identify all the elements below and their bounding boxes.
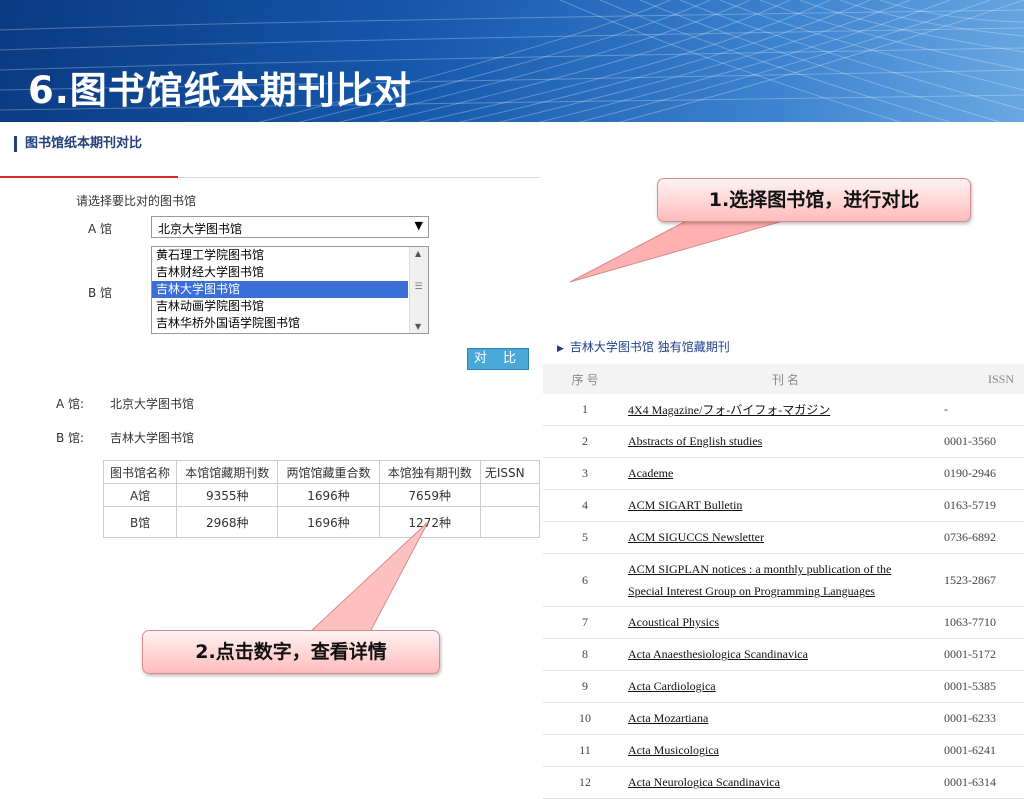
callout1-tail xyxy=(569,218,791,283)
row-number: 12 xyxy=(543,766,627,799)
callout-step1: 1.选择图书馆，进行对比 xyxy=(657,178,971,222)
callout-step2: 2.点击数字，查看详情 xyxy=(142,630,440,674)
issn-value: 0001-6314 xyxy=(944,766,1024,799)
journal-link[interactable]: Acta Neurologica Scandinavica xyxy=(628,775,780,789)
table-row: 12 Acta Neurologica Scandinavica 0001-6314 xyxy=(543,766,1024,799)
callout2-tail xyxy=(308,521,429,633)
